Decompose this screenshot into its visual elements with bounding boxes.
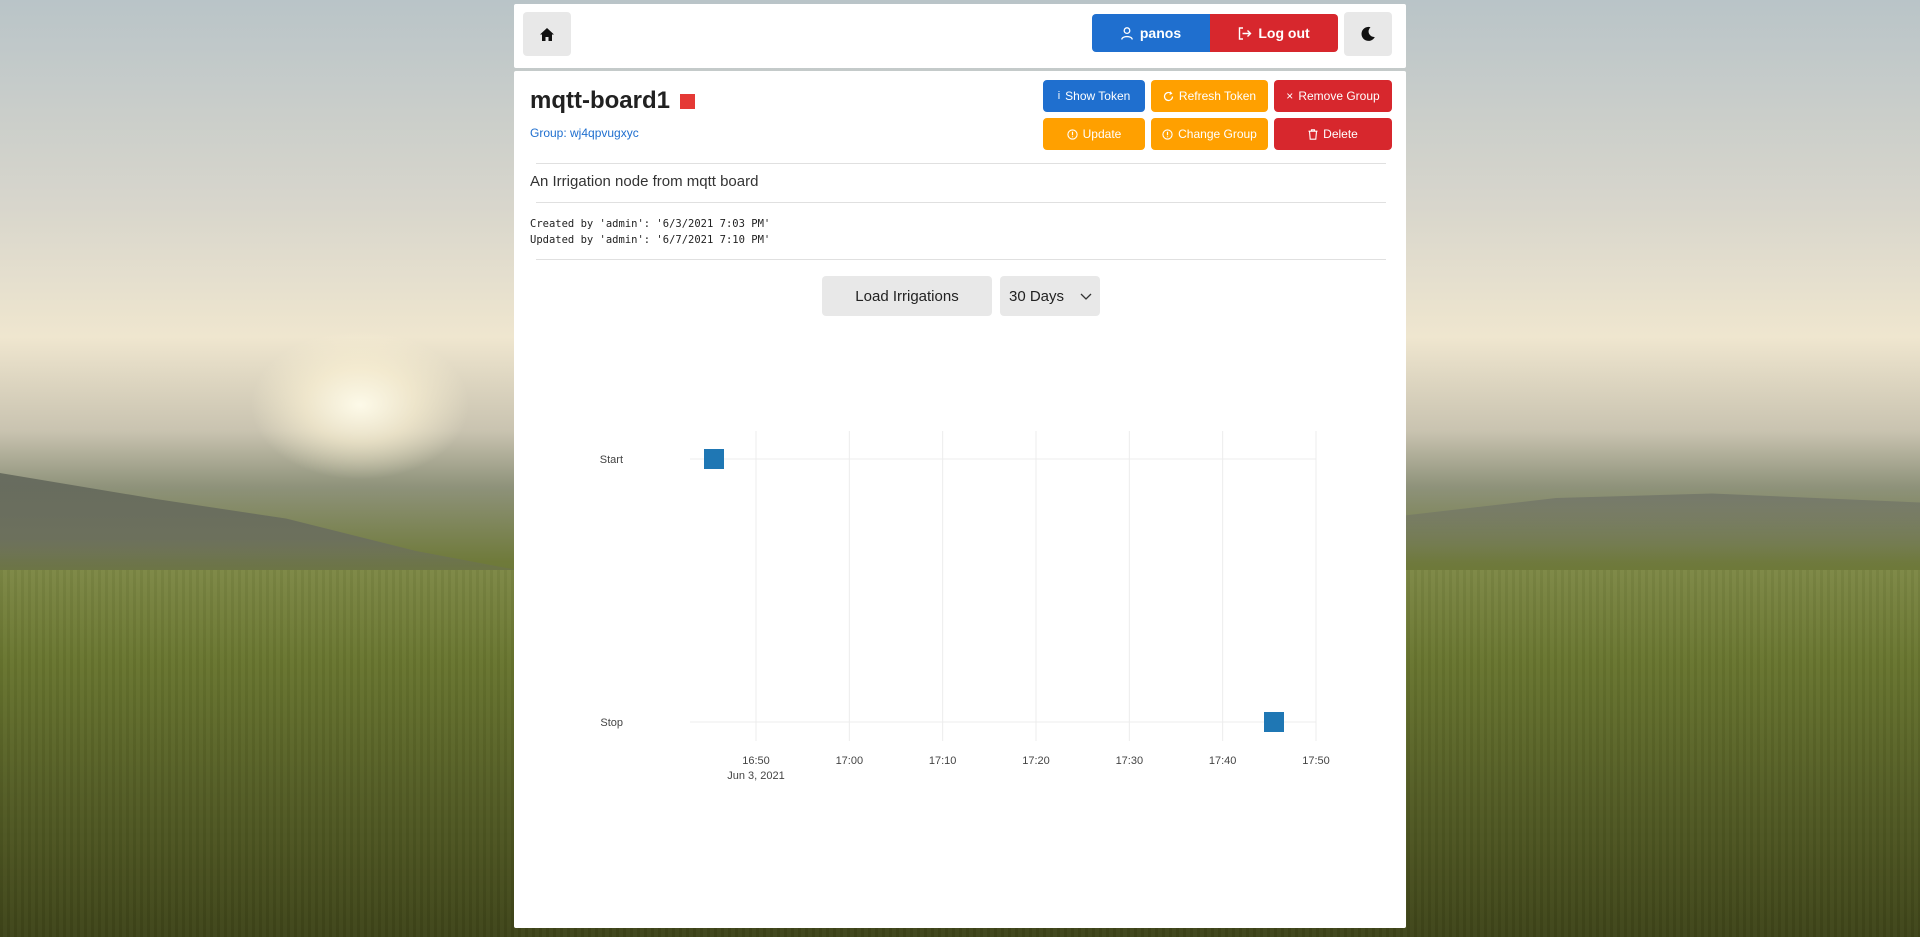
logout-label: Log out (1258, 25, 1310, 41)
moon-icon (1361, 26, 1375, 41)
background-sun (250, 330, 470, 480)
logout-button[interactable]: Log out (1210, 14, 1338, 52)
username-label: panos (1139, 25, 1182, 41)
user-icon (1121, 26, 1133, 40)
y-tick-label: Stop (600, 717, 623, 729)
user-profile-button[interactable]: panos (1092, 14, 1210, 52)
home-icon (540, 27, 554, 41)
home-button[interactable] (523, 12, 571, 56)
dark-mode-toggle[interactable] (1344, 12, 1392, 56)
x-date-label: Jun 3, 2021 (727, 770, 785, 782)
data-point (704, 449, 724, 469)
x-tick-label: 17:00 (836, 755, 864, 767)
node-details-panel: mqtt-board1 Group: wj4qpvugxyc i Show To… (514, 71, 1406, 928)
x-tick-label: 17:10 (929, 755, 957, 767)
data-point (1264, 712, 1284, 732)
x-tick-label: 17:20 (1022, 755, 1050, 767)
x-tick-label: 17:30 (1116, 755, 1144, 767)
background-hill-right (1400, 493, 1920, 570)
x-tick-label: 17:40 (1209, 755, 1237, 767)
irrigation-chart: Stop Start 16:50 17:00 17:10 17:20 17:30 17:40 1… (600, 431, 1330, 782)
x-tick-label: 16:50 (742, 755, 770, 767)
x-tick-label: 17:50 (1302, 755, 1330, 767)
y-tick-label: Start (600, 454, 623, 466)
top-navbar: panos Log out (514, 4, 1406, 68)
logout-icon (1239, 26, 1252, 40)
